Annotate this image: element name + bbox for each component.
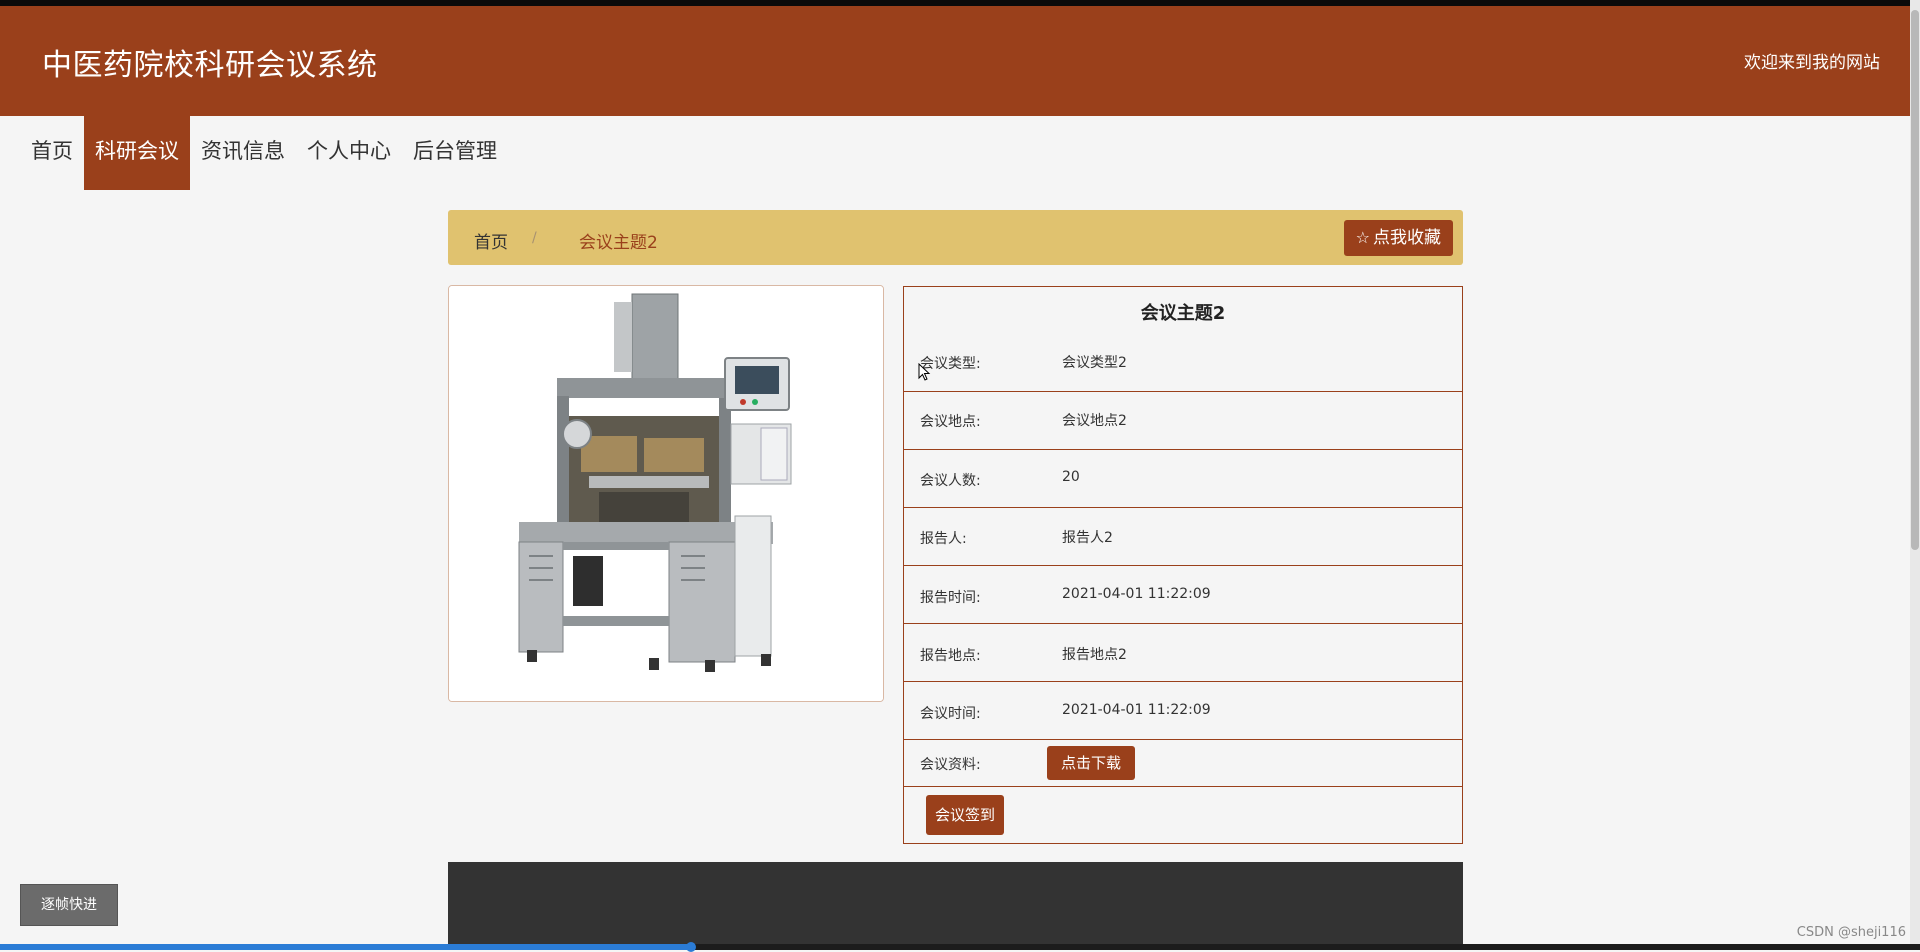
detail-label: 报告地点: [920, 648, 981, 664]
main-nav: 首页 科研会议 资讯信息 个人中心 后台管理 [20, 116, 508, 190]
detail-value: 20 [1062, 469, 1080, 485]
detail-row-report-time: 报告时间: 2021-04-01 11:22:09 [904, 565, 1462, 624]
meeting-detail-panel: 会议主题2 会议类型: 会议类型2 会议地点: 会议地点2 会议人数: 20 报… [903, 286, 1463, 844]
collect-button[interactable]: ☆ 点我收藏 [1343, 220, 1453, 256]
watermark-text: CSDN @sheji116 [1796, 925, 1906, 940]
welcome-text: 欢迎来到我的网站 [1744, 53, 1880, 73]
detail-row-materials: 会议资料: 点击下载 [904, 739, 1462, 787]
detail-label: 报告人: [920, 531, 967, 547]
vertical-scrollbar[interactable] [1910, 0, 1920, 950]
mouse-cursor-icon [918, 363, 931, 381]
nav-item-home[interactable]: 首页 [20, 116, 84, 190]
detail-value: 2021-04-01 11:22:09 [1062, 702, 1211, 718]
nav-item-personal-center[interactable]: 个人中心 [296, 116, 402, 190]
detail-label: 会议时间: [920, 706, 981, 722]
nav-item-admin[interactable]: 后台管理 [402, 116, 508, 190]
site-title: 中医药院校科研会议系统 [42, 48, 378, 83]
video-progress-fill [0, 944, 692, 950]
star-outline-icon: ☆ [1355, 228, 1370, 247]
footer-section [448, 862, 1463, 944]
signin-button[interactable]: 会议签到 [926, 795, 1004, 835]
detail-label: 会议人数: [920, 473, 981, 489]
detail-value: 会议地点2 [1062, 413, 1127, 429]
detail-label: 会议地点: [920, 414, 981, 430]
breadcrumb-separator: / [532, 230, 537, 246]
detail-row-meeting-time: 会议时间: 2021-04-01 11:22:09 [904, 681, 1462, 740]
download-button[interactable]: 点击下载 [1047, 746, 1135, 780]
nav-item-news[interactable]: 资讯信息 [190, 116, 296, 190]
detail-value: 2021-04-01 11:22:09 [1062, 586, 1211, 602]
product-image-card [448, 285, 884, 702]
frame-step-button[interactable]: 逐帧快进 [20, 884, 118, 926]
detail-value: 会议类型2 [1062, 355, 1127, 371]
breadcrumb-current: 会议主题2 [579, 233, 658, 253]
site-header: 中医药院校科研会议系统 欢迎来到我的网站 [0, 6, 1910, 116]
scrollbar-thumb[interactable] [1911, 10, 1919, 550]
detail-label: 会议资料: [920, 757, 981, 773]
detail-row-report-location: 报告地点: 报告地点2 [904, 623, 1462, 682]
breadcrumb-home-link[interactable]: 首页 [474, 228, 508, 253]
detail-label: 报告时间: [920, 590, 981, 606]
detail-row-location: 会议地点: 会议地点2 [904, 391, 1462, 450]
machine-image [449, 286, 883, 701]
video-progress-bar[interactable] [0, 942, 1920, 952]
detail-row-reporter: 报告人: 报告人2 [904, 507, 1462, 566]
detail-row-attendees: 会议人数: 20 [904, 449, 1462, 508]
detail-value: 报告地点2 [1062, 647, 1127, 663]
video-progress-knob[interactable] [686, 942, 697, 952]
detail-row-signin: 会议签到 [904, 786, 1462, 843]
detail-value: 报告人2 [1062, 530, 1113, 546]
breadcrumb: 首页 / 会议主题2 ☆ 点我收藏 [448, 210, 1463, 265]
detail-row-type: 会议类型: 会议类型2 [904, 287, 1462, 391]
nav-item-research-meetings[interactable]: 科研会议 [84, 116, 190, 190]
collect-button-label: 点我收藏 [1373, 228, 1441, 248]
